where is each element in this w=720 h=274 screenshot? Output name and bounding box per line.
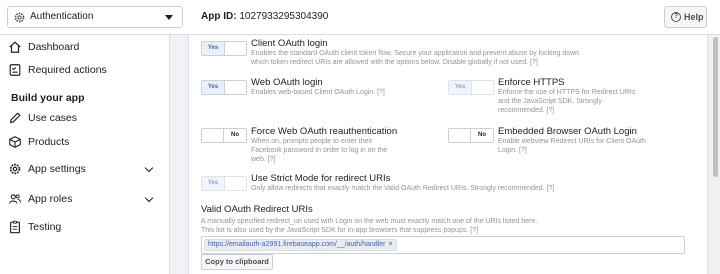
- force-reauth-toggle[interactable]: No: [201, 128, 247, 143]
- help-label: Help: [684, 12, 704, 22]
- sidebar-item-app-settings[interactable]: App settings: [0, 158, 170, 182]
- redirect-uris-description: A manually specified redirect_uri used w…: [201, 218, 538, 234]
- home-icon: [9, 41, 21, 53]
- sidebar-item-label: App roles: [28, 193, 73, 205]
- setting-description: Enables web-based Client OAuth Login. [?…: [251, 89, 385, 96]
- sidebar-item-label: App settings: [28, 163, 86, 175]
- setting-description: When on, prompts people to enter their F…: [251, 138, 388, 163]
- toggle-knob: [224, 42, 246, 55]
- embedded-browser-oauth-toggle[interactable]: No: [448, 128, 494, 143]
- section-title-build: Build your app: [11, 92, 85, 104]
- top-bar: Authentication App ID: 1027933295304390 …: [0, 0, 720, 35]
- remove-icon[interactable]: ×: [388, 241, 392, 248]
- help-tooltip-icon[interactable]: [?]: [547, 185, 555, 192]
- setting-title: Use Strict Mode for redirect URIs: [251, 173, 391, 184]
- setting-title: Web OAuth login: [251, 77, 323, 88]
- setting-title: Client OAuth login: [251, 38, 328, 49]
- page-scrollbar[interactable]: [711, 35, 720, 274]
- app-selector-dropdown[interactable]: Authentication: [7, 6, 183, 28]
- sidebar-item-dashboard[interactable]: Dashboard: [0, 36, 170, 60]
- sidebar-item-label: Use cases: [28, 112, 78, 124]
- sidebar-item-label: Dashboard: [28, 41, 80, 53]
- sidebar-item-label: Testing: [28, 221, 62, 233]
- toggle-knob: [224, 81, 246, 94]
- enforce-https-toggle[interactable]: Yes: [448, 80, 494, 95]
- help-tooltip-icon[interactable]: [?]: [547, 107, 555, 114]
- toggle-yes-label: Yes: [449, 81, 471, 94]
- checklist-icon: [9, 64, 21, 76]
- redirect-uri-text: https://emailauth-a2991.firebaseapp.com/…: [208, 241, 386, 248]
- redirect-uri-token[interactable]: https://emailauth-a2991.firebaseapp.com/…: [204, 239, 397, 251]
- toggle-yes-label: Yes: [202, 177, 224, 190]
- sidebar-item-use-cases[interactable]: Use cases: [0, 107, 170, 131]
- help-tooltip-icon[interactable]: [?]: [519, 147, 527, 154]
- chevron-down-icon: [144, 163, 154, 173]
- sidebar-item-required-actions[interactable]: Required actions: [0, 59, 170, 83]
- setting-description: Enforce the use of HTTPS for Redirect UR…: [498, 89, 636, 114]
- scrollbar-thumb[interactable]: [713, 37, 718, 177]
- question-icon: ?: [671, 12, 681, 22]
- toggle-knob: [471, 81, 493, 94]
- setting-description: Only allow redirects that exactly match …: [251, 185, 555, 192]
- strict-mode-toggle[interactable]: Yes: [201, 176, 247, 191]
- client-oauth-settings-panel: Yes Client OAuth login Enables the stand…: [188, 35, 708, 274]
- client-oauth-login-toggle[interactable]: Yes: [201, 41, 247, 56]
- redirect-uris-title: Valid OAuth Redirect URIs: [201, 204, 313, 215]
- toggle-knob: [202, 129, 224, 142]
- toggle-knob: [224, 177, 246, 190]
- help-tooltip-icon[interactable]: [?]: [470, 227, 478, 234]
- gear-icon: [14, 12, 25, 23]
- sidebar-item-label: Required actions: [28, 64, 107, 76]
- help-button[interactable]: ? Help: [664, 6, 707, 28]
- setting-title: Embedded Browser OAuth Login: [498, 126, 637, 137]
- sidebar-item-label: Products: [28, 136, 70, 148]
- sidebar-item-app-roles[interactable]: App roles: [0, 188, 170, 212]
- toggle-knob: [449, 129, 471, 142]
- setting-title: Force Web OAuth reauthentication: [251, 126, 398, 137]
- app-id-label: App ID:: [201, 11, 237, 22]
- app-id: App ID: 1027933295304390: [201, 11, 328, 22]
- help-tooltip-icon[interactable]: [?]: [377, 89, 385, 96]
- copy-to-clipboard-button[interactable]: Copy to clipboard: [201, 254, 273, 270]
- gear-icon: [9, 163, 21, 175]
- sidebar-item-testing[interactable]: Testing: [0, 216, 170, 240]
- caret-down-icon: [165, 15, 173, 20]
- users-icon: [9, 194, 21, 204]
- toggle-yes-label: Yes: [202, 42, 224, 55]
- app-id-value: 1027933295304390: [239, 11, 329, 22]
- toggle-no-label: No: [471, 129, 493, 142]
- chevron-down-icon: [144, 193, 154, 203]
- setting-title: Enforce HTTPS: [498, 77, 565, 88]
- setting-description: Enables the standard OAuth client token …: [251, 50, 580, 66]
- box-icon: [9, 136, 21, 148]
- help-tooltip-icon[interactable]: [?]: [268, 156, 276, 163]
- sidebar-item-products[interactable]: Products: [0, 131, 170, 155]
- toggle-no-label: No: [224, 129, 246, 142]
- web-oauth-login-toggle[interactable]: Yes: [201, 80, 247, 95]
- app-name: Authentication: [30, 11, 94, 22]
- setting-description: Enable webview Redirect URIs for Client …: [498, 138, 646, 154]
- sidebar: Dashboard Required actions Build your ap…: [0, 35, 170, 274]
- help-tooltip-icon[interactable]: [?]: [530, 59, 538, 66]
- clipboard-icon: [10, 220, 20, 234]
- redirect-uris-input[interactable]: https://emailauth-a2991.firebaseapp.com/…: [201, 236, 685, 254]
- pencil-icon: [9, 112, 21, 124]
- toggle-yes-label: Yes: [202, 81, 224, 94]
